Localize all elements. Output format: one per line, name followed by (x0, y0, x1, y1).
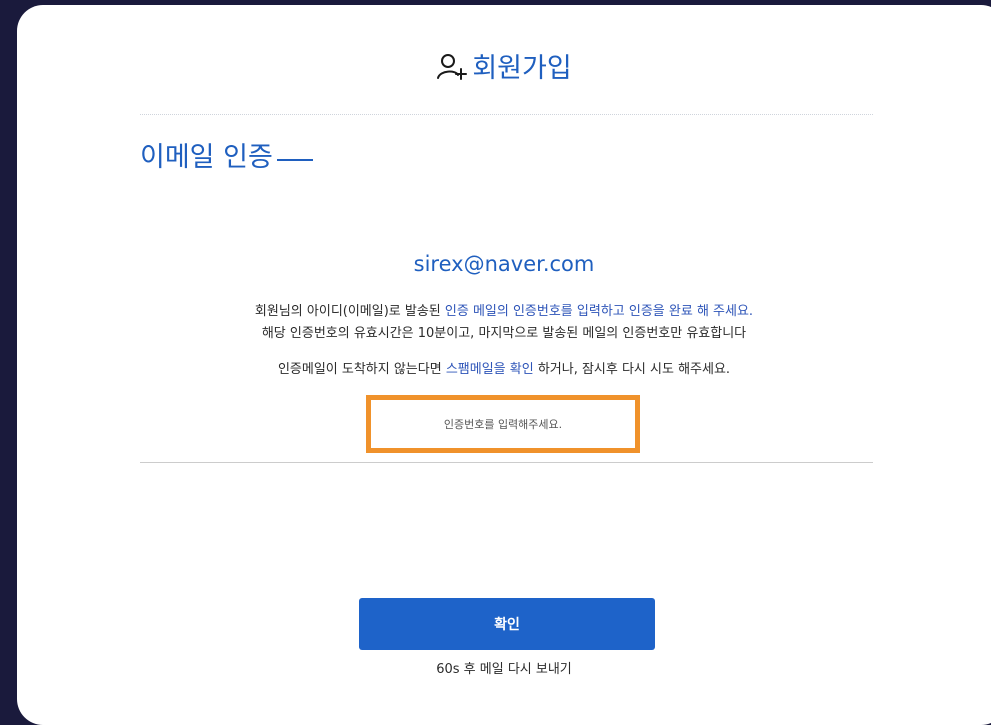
instruction-line-3-tail: 하거나, 잠시후 다시 시도 해주세요. (533, 362, 731, 377)
confirm-button[interactable]: 확인 (359, 598, 655, 650)
section-title-text: 이메일 인증 (140, 142, 273, 173)
resend-email-link[interactable]: 60s 후 메일 다시 보내기 (17, 660, 991, 680)
title-underline (276, 159, 313, 161)
instruction-line-1-highlight: 인증 메일의 인증번호를 입력하고 인증을 완료 (444, 304, 693, 319)
input-underline (140, 462, 873, 463)
section-title: 이메일 인증 (140, 139, 313, 177)
instruction-line-3: 인증메일이 도착하지 않는다면 스팸메일을 확인 하거나, 잠시후 다시 시도 … (17, 359, 991, 381)
modal-title: 회원가입 (472, 53, 572, 84)
user-add-icon (437, 54, 468, 80)
instruction-line-2: 해당 인증번호의 유효시간은 10분이고, 마지막으로 발송된 메일의 인증번호… (261, 326, 747, 341)
spam-check-highlight: 스팸메일을 확인 (445, 362, 534, 377)
modal-header: 회원가입 (17, 51, 991, 87)
code-input-highlight-box (366, 395, 640, 453)
instruction-line-3-text: 인증메일이 도착하지 않는다면 (277, 362, 446, 377)
instruction-line-1-text: 회원님의 아이디(이메일)로 발송된 (254, 304, 445, 319)
instruction-line-1-tail: 해 주세요. (692, 304, 754, 319)
instruction-line-1: 회원님의 아이디(이메일)로 발송된 인증 메일의 인증번호를 입력하고 인증을… (17, 301, 991, 323)
verification-code-input[interactable] (371, 400, 635, 448)
header-divider (140, 114, 873, 115)
email-address: sirex@naver.com (413, 252, 595, 276)
signup-modal: 회원가입 이메일 인증 sirex@naver.com 회원님의 아이디(이메일… (17, 5, 991, 725)
